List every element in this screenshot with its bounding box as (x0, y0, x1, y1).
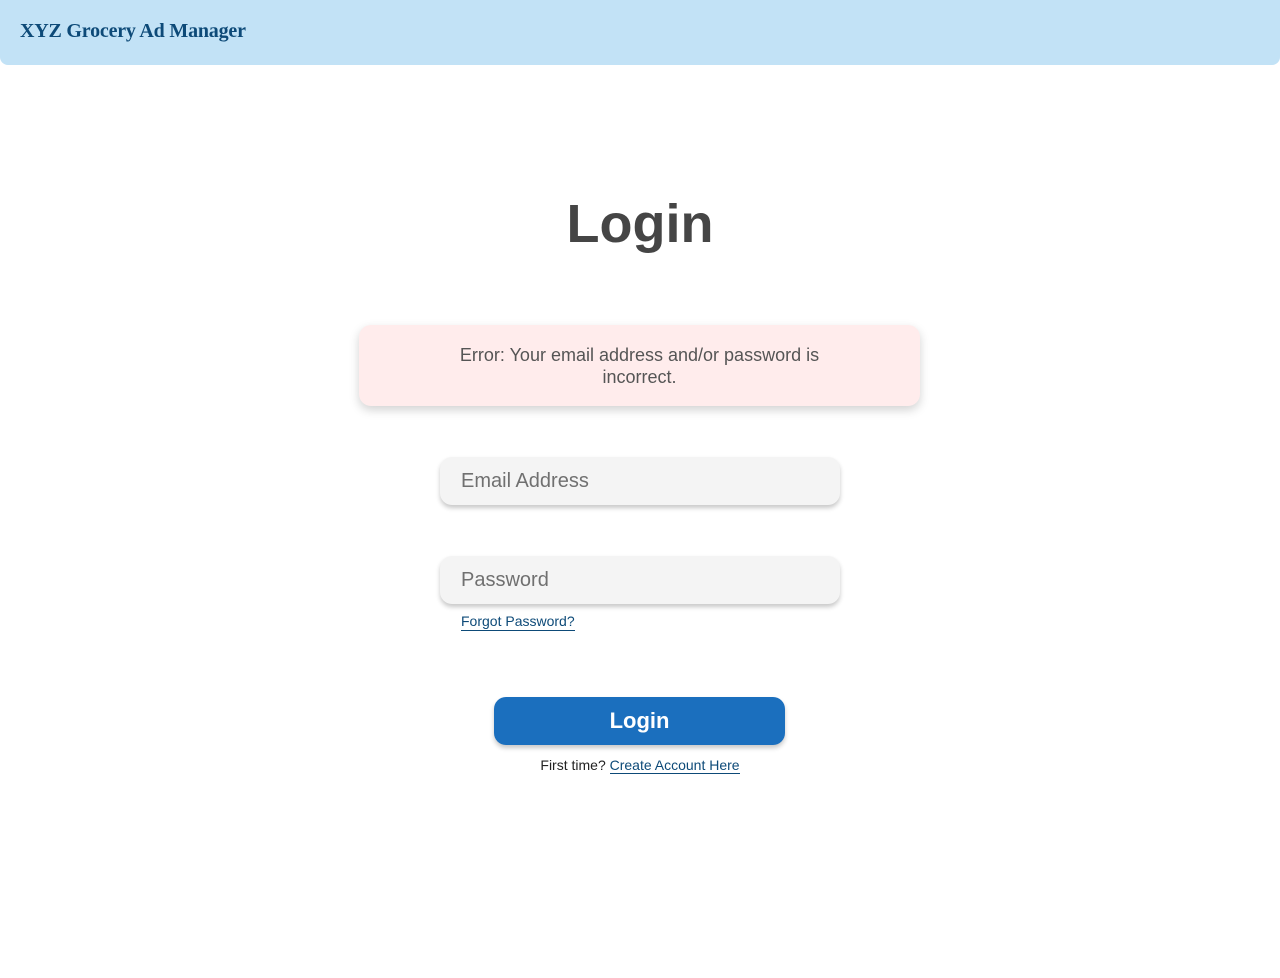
error-banner: Error: Your email address and/or passwor… (359, 325, 920, 406)
signup-row: First time? Create Account Here (0, 756, 1280, 774)
login-button[interactable]: Login (494, 697, 785, 745)
error-message: Error: Your email address and/or passwor… (459, 344, 820, 387)
password-field[interactable] (440, 556, 840, 604)
email-field[interactable] (440, 457, 840, 505)
signup-prompt: First time? (540, 757, 606, 773)
forgot-password-link[interactable]: Forgot Password? (461, 613, 575, 631)
page-title: Login (566, 194, 714, 254)
create-account-link[interactable]: Create Account Here (609, 757, 740, 774)
top-header: XYZ Grocery Ad Manager (0, 0, 1280, 65)
app-title: XYZ Grocery Ad Manager (20, 20, 246, 42)
